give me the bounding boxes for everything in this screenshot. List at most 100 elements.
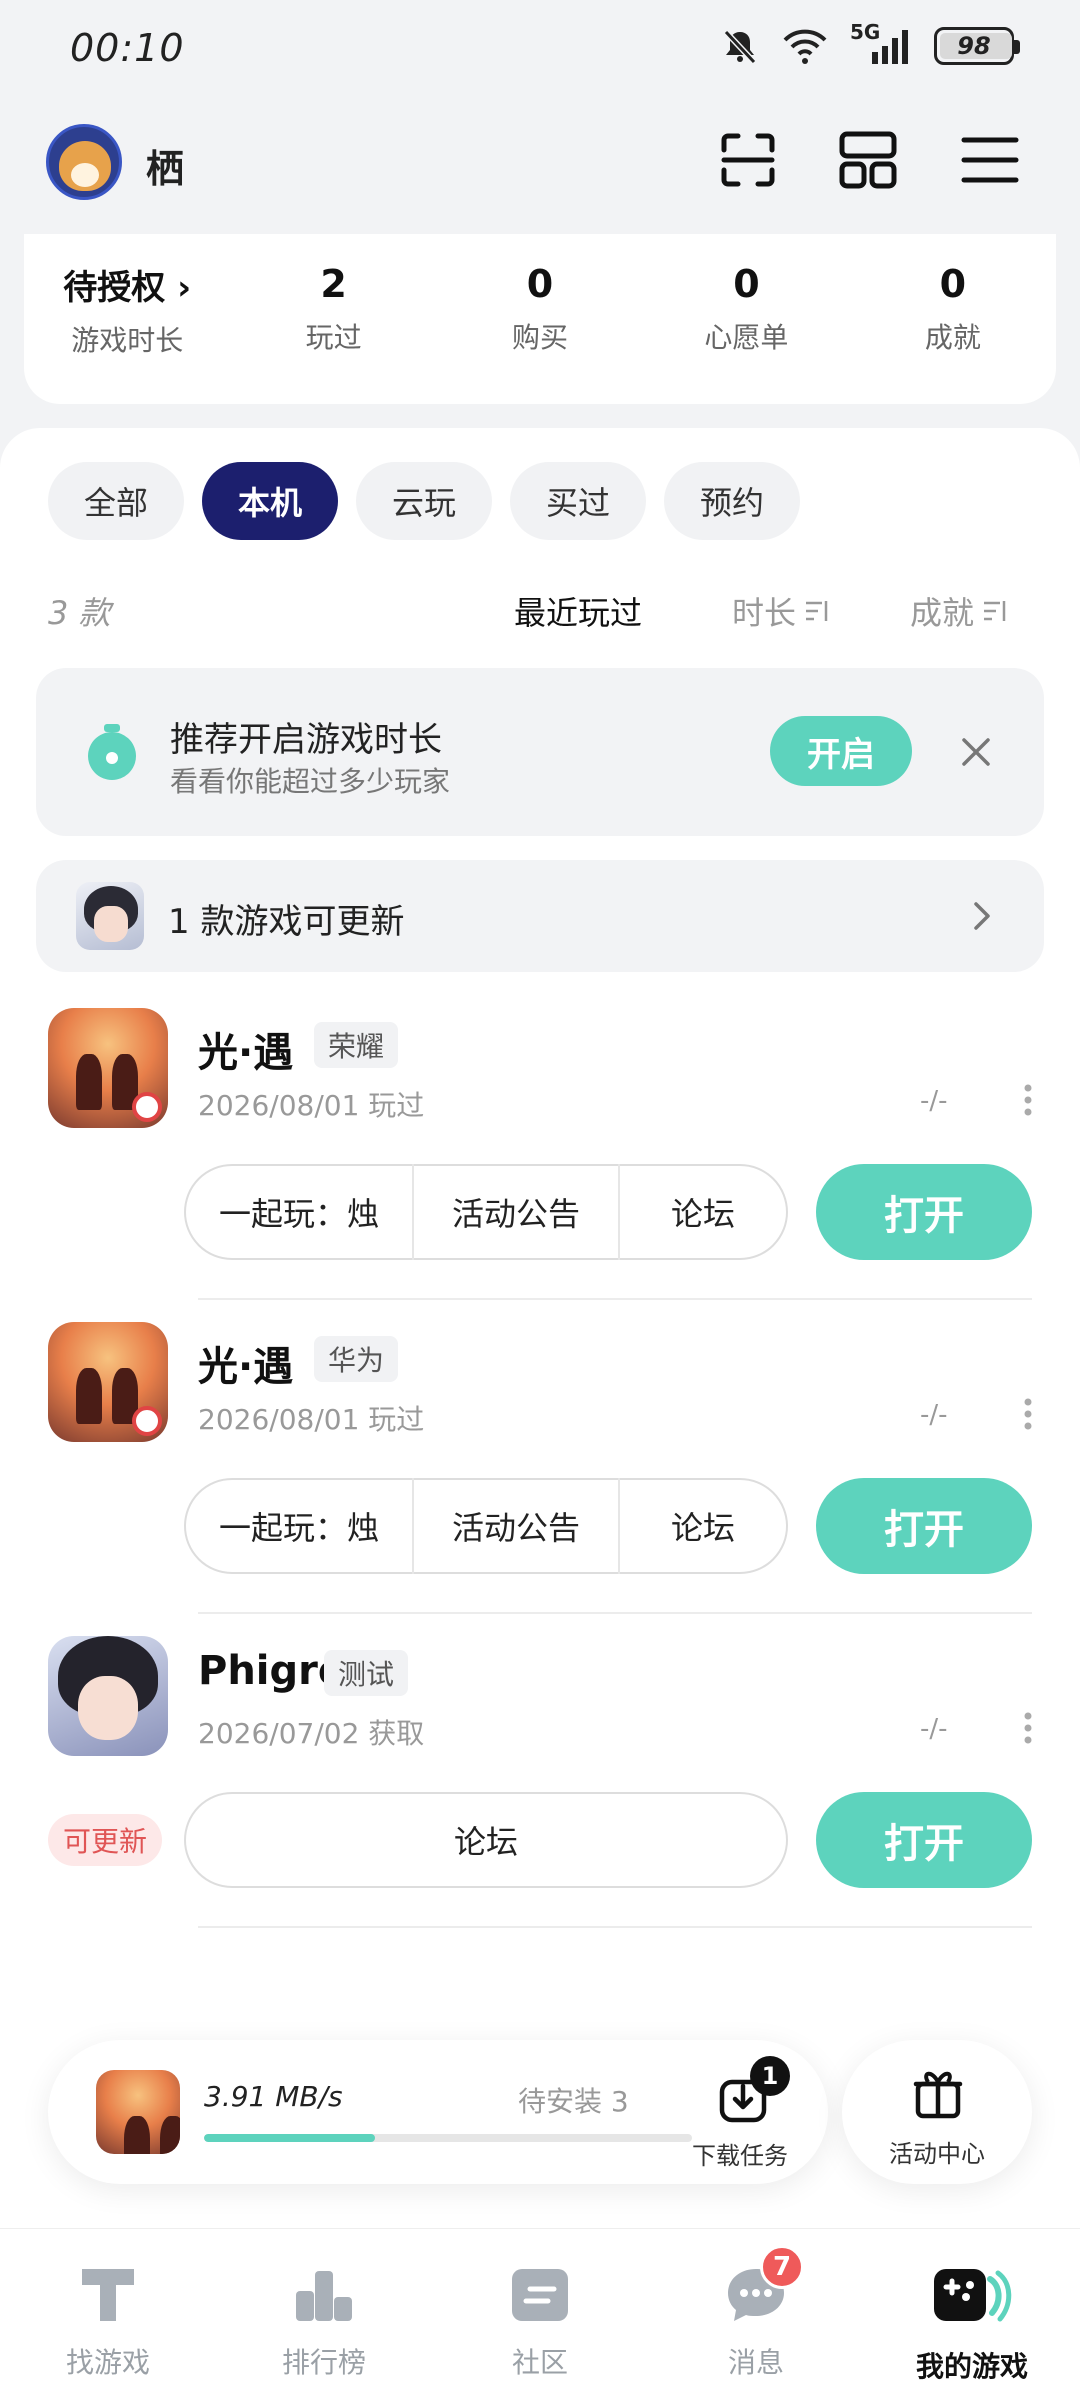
game-last-played: 2026/07/02 获取 xyxy=(198,1717,425,1750)
sort-row: 3 款 最近玩过 时长 成就 xyxy=(48,578,1038,638)
forum-button[interactable]: 论坛 xyxy=(186,1810,786,1870)
stat-value: 待授权 › xyxy=(63,267,192,308)
more-icon[interactable] xyxy=(1020,1080,1036,1120)
download-tasks-label: 下载任务 xyxy=(692,2142,788,2170)
stat-label: 成就 xyxy=(924,321,981,354)
game-playtime: -/- xyxy=(920,1714,948,1744)
play-together-button[interactable]: 一起玩：烛 xyxy=(186,1182,412,1242)
game-actions: 一起玩：烛 活动公告 论坛 xyxy=(184,1164,788,1260)
game-tag: 华为 xyxy=(314,1336,399,1382)
layout-icon[interactable] xyxy=(836,128,900,192)
activity-center-button[interactable]: 活动中心 xyxy=(842,2040,1032,2184)
game-last-played: 2026/08/01 玩过 xyxy=(198,1089,425,1122)
filter-all[interactable]: 全部 xyxy=(48,462,184,540)
netease-badge-icon xyxy=(132,1092,162,1122)
download-card[interactable]: 3.91 MB/s 待安装 3 1 下载任务 xyxy=(48,2040,828,2184)
game-playtime: -/- xyxy=(920,1086,948,1116)
stats-card: 待授权 › 游戏时长 2 玩过 0 购买 0 心愿单 0 成就 xyxy=(24,234,1056,404)
playtime-tip-card: 推荐开启游戏时长 看看你能超过多少玩家 开启 xyxy=(36,668,1044,836)
gift-icon xyxy=(913,2071,963,2119)
game-tag: 荣耀 xyxy=(314,1022,399,1068)
sort-duration-label: 时长 xyxy=(732,594,797,632)
download-game-thumbnail xyxy=(96,2070,180,2154)
nav-my-games[interactable]: 我的游戏 xyxy=(864,2229,1080,2400)
game-actions: 论坛 xyxy=(184,1792,788,1888)
stat-label: 游戏时长 xyxy=(71,323,184,357)
game-icon[interactable] xyxy=(48,1008,168,1128)
nav-messages[interactable]: 7 消息 xyxy=(648,2229,864,2400)
stat-label: 购买 xyxy=(512,321,569,354)
stat-value: 0 xyxy=(939,262,967,306)
play-together-button[interactable]: 一起玩：烛 xyxy=(186,1496,412,1556)
more-icon[interactable] xyxy=(1020,1394,1036,1434)
ranking-icon xyxy=(296,2271,352,2321)
nav-find-game[interactable]: 找游戏 xyxy=(0,2229,216,2400)
update-available-badge[interactable]: 可更新 xyxy=(48,1814,162,1866)
activity-center-label: 活动中心 xyxy=(889,2140,985,2168)
signal-icon: 5G xyxy=(850,20,912,66)
bottom-nav: 找游戏 排行榜 社区 7 消息 我的游戏 xyxy=(0,2228,1080,2400)
stat-value: 0 xyxy=(526,262,554,306)
username[interactable]: 栖 xyxy=(146,138,184,193)
download-task-count: 1 xyxy=(750,2056,790,2096)
forum-button[interactable]: 论坛 xyxy=(620,1182,786,1242)
download-speed: 3.91 MB/s xyxy=(204,2080,343,2113)
menu-icon[interactable] xyxy=(958,128,1022,192)
download-tasks-button[interactable]: 1 下载任务 xyxy=(680,2056,800,2172)
open-game-button[interactable]: 打开 xyxy=(816,1792,1032,1888)
sort-duration[interactable]: 时长 xyxy=(732,588,830,634)
game-last-played: 2026/08/01 玩过 xyxy=(198,1403,425,1436)
open-game-button[interactable]: 打开 xyxy=(816,1164,1032,1260)
netease-badge-icon xyxy=(132,1406,162,1436)
forum-button[interactable]: 论坛 xyxy=(620,1496,786,1556)
nav-label: 我的游戏 xyxy=(915,2350,1028,2383)
update-notice[interactable]: 1 款游戏可更新 xyxy=(36,860,1044,972)
announcement-button[interactable]: 活动公告 xyxy=(414,1182,618,1242)
game-icon[interactable] xyxy=(48,1636,168,1756)
stat-value: 0 xyxy=(733,262,760,306)
nav-label: 消息 xyxy=(727,2346,784,2379)
stat-achievements[interactable]: 0 成就 xyxy=(850,234,1056,404)
avatar[interactable] xyxy=(46,124,122,200)
message-count-badge: 7 xyxy=(760,2245,804,2289)
mute-icon xyxy=(723,29,757,65)
tip-title: 推荐开启游戏时长 xyxy=(170,720,442,760)
game-name[interactable]: 光·遇 xyxy=(198,1020,293,1078)
game-playtime: -/- xyxy=(920,1400,948,1430)
nav-community[interactable]: 社区 xyxy=(432,2229,648,2400)
close-icon[interactable] xyxy=(956,732,996,772)
status-bar: 00:10 5G 98 xyxy=(0,0,1080,100)
more-icon[interactable] xyxy=(1020,1708,1036,1748)
filter-bought[interactable]: 买过 xyxy=(510,462,646,540)
filter-reserved[interactable]: 预约 xyxy=(664,462,800,540)
sort-icon xyxy=(806,601,828,621)
enable-playtime-button[interactable]: 开启 xyxy=(770,716,912,786)
game-thumbnail xyxy=(76,882,144,950)
stat-label: 心愿单 xyxy=(704,321,789,354)
filter-cloud[interactable]: 云玩 xyxy=(356,462,492,540)
stat-playtime[interactable]: 待授权 › 游戏时长 xyxy=(24,234,230,404)
nav-ranking[interactable]: 排行榜 xyxy=(216,2229,432,2400)
tip-subtitle: 看看你能超过多少玩家 xyxy=(170,765,451,798)
wifi-icon xyxy=(783,29,827,64)
chevron-right-icon xyxy=(974,902,990,930)
open-game-button[interactable]: 打开 xyxy=(816,1478,1032,1574)
scan-icon[interactable] xyxy=(716,128,780,192)
stat-played[interactable]: 2 玩过 xyxy=(230,234,436,404)
sort-recent[interactable]: 最近玩过 xyxy=(514,588,642,634)
game-icon[interactable] xyxy=(48,1322,168,1442)
nav-label: 排行榜 xyxy=(281,2346,366,2379)
filter-local[interactable]: 本机 xyxy=(202,462,338,540)
announcement-button[interactable]: 活动公告 xyxy=(414,1496,618,1556)
game-name[interactable]: 光·遇 xyxy=(198,1334,293,1392)
network-type: 5G xyxy=(850,20,881,44)
nav-label: 找游戏 xyxy=(65,2346,150,2379)
stat-wishlist[interactable]: 0 心愿单 xyxy=(643,234,849,404)
find-game-icon xyxy=(82,2269,134,2321)
download-progress-bar xyxy=(204,2134,692,2142)
stat-purchased[interactable]: 0 购买 xyxy=(437,234,643,404)
sort-achievement[interactable]: 成就 xyxy=(910,588,1008,634)
status-time: 00:10 xyxy=(70,26,185,70)
update-notice-text: 1 款游戏可更新 xyxy=(168,902,405,942)
stat-value: 2 xyxy=(320,262,347,306)
